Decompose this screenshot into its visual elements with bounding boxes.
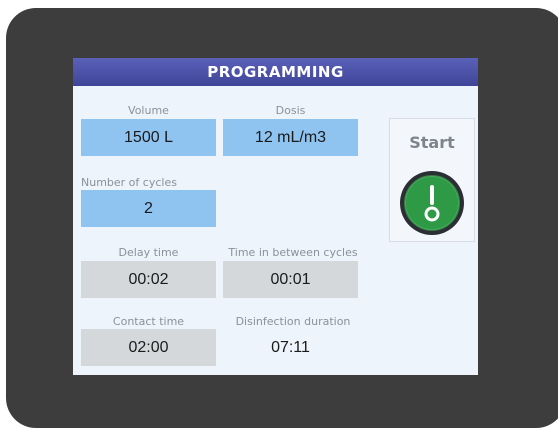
dosis-field[interactable]: 12 mL/m3 — [223, 119, 358, 156]
between-field: 00:01 — [223, 261, 358, 298]
contact-label: Contact time — [112, 315, 185, 328]
volume-field[interactable]: 1500 L — [81, 119, 216, 156]
start-label: Start — [409, 133, 455, 152]
delay-field: 00:02 — [81, 261, 216, 298]
contact-field: 02:00 — [81, 329, 216, 366]
cycles-label: Number of cycles — [81, 176, 177, 189]
cycles-field[interactable]: 2 — [81, 190, 216, 227]
start-panel: Start — [389, 118, 475, 242]
volume-label: Volume — [128, 104, 169, 117]
start-button[interactable] — [398, 169, 466, 237]
touch-screen: PROGRAMMING Volume 1500 L Dosis 12 mL/m3… — [73, 58, 478, 375]
delay-label: Delay time — [118, 246, 179, 259]
duration-field: 07:11 — [271, 338, 310, 356]
between-label: Time in between cycles — [228, 246, 358, 259]
page-title: PROGRAMMING — [73, 58, 478, 86]
duration-label: Disinfection duration — [235, 315, 351, 328]
power-toggle-icon — [400, 171, 464, 235]
dosis-label: Dosis — [275, 104, 306, 117]
